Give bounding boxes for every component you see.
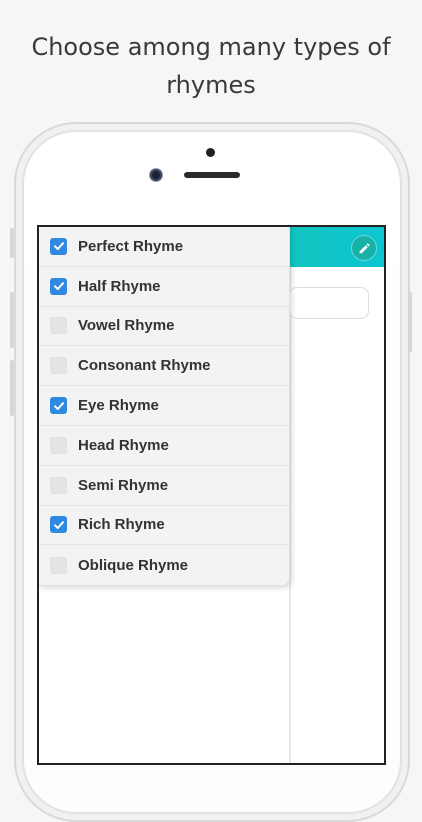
proximity-sensor [206, 148, 215, 157]
menu-item-perfect-rhyme[interactable]: Perfect Rhyme [39, 227, 289, 267]
checkbox-checked-icon[interactable] [50, 516, 67, 534]
menu-item-head-rhyme[interactable]: Head Rhyme [39, 426, 289, 466]
menu-item-label: Consonant Rhyme [78, 357, 211, 375]
menu-item-label: Eye Rhyme [78, 397, 159, 415]
earpiece-speaker [184, 172, 240, 178]
rhyme-type-dropdown: Perfect Rhyme Half Rhyme Vowel Rhyme Conson… [39, 227, 290, 587]
phone-volume-up-button [10, 292, 14, 348]
promo-headline: Choose among many types of rhymes [0, 28, 422, 104]
menu-item-label: Head Rhyme [78, 436, 169, 454]
pencil-icon [359, 242, 370, 253]
menu-item-label: Semi Rhyme [78, 476, 169, 494]
checkbox-checked-icon[interactable] [50, 277, 67, 295]
checkbox-unchecked-icon[interactable] [50, 436, 67, 454]
menu-item-label: Oblique Rhyme [78, 556, 189, 574]
menu-item-vowel-rhyme[interactable]: Vowel Rhyme [39, 307, 289, 347]
phone-mute-switch [10, 228, 14, 258]
checkbox-unchecked-icon[interactable] [50, 556, 67, 574]
checkbox-unchecked-icon[interactable] [50, 476, 67, 494]
headline-line-2: rhymes [166, 71, 256, 99]
phone-volume-down-button [10, 360, 14, 416]
menu-item-oblique-rhyme[interactable]: Oblique Rhyme [39, 545, 289, 585]
app-screen: Perfect Rhyme Half Rhyme Vowel Rhyme Conson… [37, 225, 386, 765]
menu-item-label: Rich Rhyme [78, 516, 165, 534]
checkbox-unchecked-icon[interactable] [50, 317, 67, 335]
menu-item-half-rhyme[interactable]: Half Rhyme [39, 267, 289, 307]
checkbox-unchecked-icon[interactable] [50, 357, 67, 375]
headline-line-1: Choose among many types of [31, 33, 391, 61]
menu-item-semi-rhyme[interactable]: Semi Rhyme [39, 466, 289, 506]
search-input[interactable] [289, 287, 369, 319]
edit-button[interactable] [352, 236, 376, 260]
menu-item-label: Perfect Rhyme [78, 237, 184, 255]
checkbox-checked-icon[interactable] [50, 237, 67, 255]
menu-item-rich-rhyme[interactable]: Rich Rhyme [39, 506, 289, 546]
menu-item-label: Vowel Rhyme [78, 317, 175, 335]
phone-power-button [408, 292, 412, 352]
menu-item-consonant-rhyme[interactable]: Consonant Rhyme [39, 346, 289, 387]
menu-item-eye-rhyme[interactable]: Eye Rhyme [39, 386, 289, 426]
front-camera-icon [150, 169, 162, 181]
menu-item-label: Half Rhyme [78, 277, 161, 295]
checkbox-checked-icon[interactable] [50, 397, 67, 415]
